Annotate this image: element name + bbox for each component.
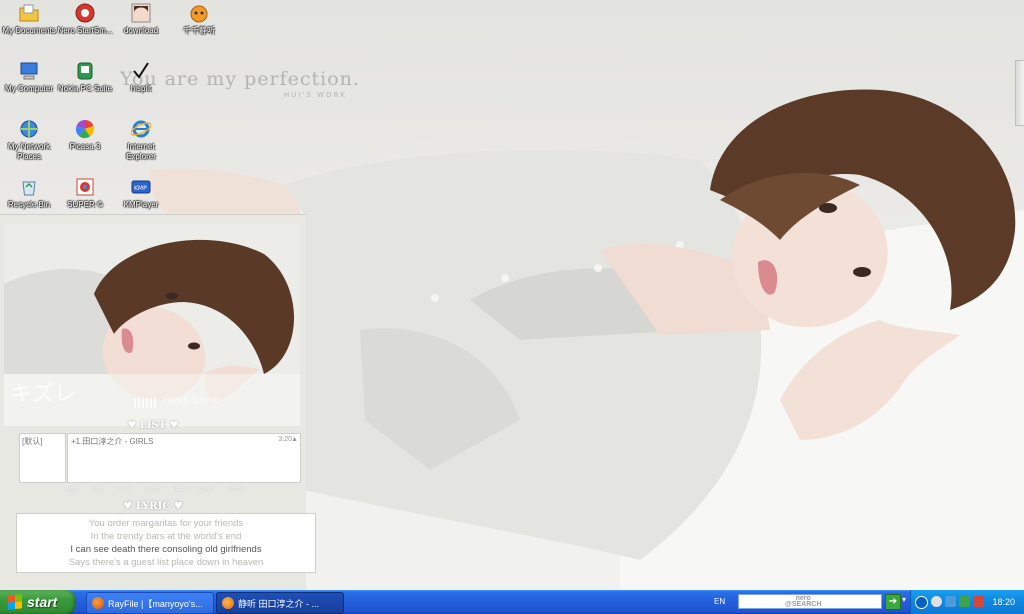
start-button[interactable]: start bbox=[0, 590, 76, 614]
scroll-up-icon[interactable]: ▲ bbox=[291, 436, 298, 443]
desktop-icon-label: SUPER © bbox=[67, 200, 103, 209]
heart-icon: ♥ bbox=[169, 420, 179, 431]
track-list[interactable]: +1.田口淳之介 - GIRLS 3:20 ▲ bbox=[67, 433, 301, 483]
list-button[interactable]: LIST bbox=[117, 487, 132, 493]
ttplayer-icon bbox=[222, 597, 234, 609]
player-controls: ADD DEL LIST MISC SEE EXIT MODE bbox=[66, 487, 246, 493]
lyric-line: In the trendy bars at the world's end bbox=[90, 531, 242, 542]
windows-logo-icon bbox=[8, 594, 22, 610]
network-tray-icon[interactable] bbox=[931, 596, 942, 607]
desktop-icon-nero[interactable]: Nero StartSm... bbox=[56, 2, 114, 36]
desktop-icon-kmplayer[interactable]: KMP KMPlayer bbox=[112, 176, 170, 210]
see-button[interactable]: SEE bbox=[174, 487, 187, 493]
lyric-line: Says there's a guest list place down in … bbox=[68, 557, 264, 568]
desktop-icon-nokia-pc-suite[interactable]: Nokia PC Suite bbox=[56, 60, 114, 94]
track-list-item[interactable]: +1.田口淳之介 - GIRLS bbox=[71, 436, 153, 447]
search-input[interactable]: nero @SEARCH bbox=[738, 594, 882, 609]
picasa-icon bbox=[74, 118, 96, 140]
search-go-button[interactable]: ➔ bbox=[885, 594, 901, 610]
desktop-icon-label: KMPlayer bbox=[123, 200, 159, 209]
exit-button[interactable]: EXIT bbox=[199, 487, 214, 493]
desktop-icon-label: 千千静听 bbox=[183, 26, 215, 35]
ie-icon bbox=[130, 118, 152, 140]
taskbar-button-label: 静听 田口淳之介 - ... bbox=[238, 598, 320, 609]
album-art-title: キズレ bbox=[10, 382, 77, 407]
firefox-icon bbox=[92, 597, 104, 609]
heart-icon: ♥ bbox=[173, 501, 183, 512]
wallpaper-signature: HUI'S WORK bbox=[284, 91, 347, 99]
nokia-icon bbox=[74, 60, 96, 82]
heart-icon: ♥ bbox=[127, 420, 137, 431]
taskbar-button-label: RayFile |【manyoyo's... bbox=[108, 598, 203, 609]
album-art-subtitle: HAIRS SOUND bbox=[164, 396, 220, 405]
desktop-icon-internet-explorer[interactable]: Internet Explorer bbox=[112, 118, 170, 162]
lyric-panel: You order margaritas for your friends In… bbox=[16, 513, 316, 573]
desktop-icon-ttplayer[interactable]: 千千静听 bbox=[170, 2, 228, 36]
track-duration: 3:20 bbox=[278, 436, 292, 443]
desktop-icon-hisplit[interactable]: hisplit bbox=[112, 60, 170, 94]
desktop-icon-label: Recycle Bin bbox=[7, 200, 51, 209]
music-player-window: キズレ HAIRS SOUND ♥ LIST ♥ [默认] +1.田口淳之介 -… bbox=[0, 214, 316, 591]
equalizer-icon bbox=[134, 398, 158, 408]
playlist-selector[interactable]: [默认] bbox=[19, 433, 66, 483]
taskbar: start RayFile |【manyoyo's... 静听 田口淳之介 - … bbox=[0, 590, 1024, 614]
lyric-line: You order margaritas for your friends bbox=[88, 518, 244, 529]
system-tray: 18:20 bbox=[910, 590, 1024, 614]
desktop-icon-recycle-bin[interactable]: Recycle Bin bbox=[0, 176, 58, 210]
taskbar-button-rayfile[interactable]: RayFile |【manyoyo's... bbox=[86, 592, 214, 614]
tray-expand-icon[interactable] bbox=[915, 596, 928, 609]
desktop-icon-download[interactable]: download bbox=[112, 2, 170, 36]
list-heading: ♥ LIST ♥ bbox=[127, 420, 179, 431]
volume-tray-icon[interactable] bbox=[945, 596, 956, 607]
desktop-icon-label: Nero StartSm... bbox=[57, 26, 113, 35]
super-icon bbox=[74, 176, 96, 198]
ttplayer-icon bbox=[188, 2, 210, 24]
lyric-line-current: I can see death there consoling old girl… bbox=[70, 544, 262, 555]
start-label: start bbox=[27, 594, 58, 610]
nero-icon bbox=[74, 2, 96, 24]
playlist-name[interactable]: [默认] bbox=[20, 434, 65, 449]
photo-icon bbox=[130, 2, 152, 24]
desktop-icon-label: hisplit bbox=[130, 84, 152, 93]
album-art: キズレ HAIRS SOUND bbox=[4, 224, 300, 426]
desktop-icon-my-network-places[interactable]: My Network Places bbox=[0, 118, 58, 162]
desktop-icon-label: Picasa 3 bbox=[69, 142, 101, 151]
desktop-icon-my-computer[interactable]: My Computer bbox=[0, 60, 58, 94]
delete-button[interactable]: DEL bbox=[92, 487, 105, 493]
mode-button[interactable]: MODE bbox=[227, 487, 246, 493]
desktop-icon-super[interactable]: SUPER © bbox=[56, 176, 114, 210]
taskbar-button-ttplayer[interactable]: 静听 田口淳之介 - ... bbox=[216, 592, 344, 614]
lyric-heading: ♥ LYRIC ♥ bbox=[123, 501, 183, 512]
search-options-icon[interactable]: ▾ bbox=[902, 595, 906, 604]
computer-icon bbox=[18, 60, 40, 82]
desktop-icon-my-documents[interactable]: My Documents bbox=[0, 2, 58, 36]
add-button[interactable]: ADD bbox=[66, 487, 80, 493]
misc-button[interactable]: MISC bbox=[145, 487, 162, 493]
nero-search-logo: nero @SEARCH bbox=[785, 595, 822, 608]
desktop-icon-label: My Documents bbox=[2, 26, 56, 35]
heart-icon: ♥ bbox=[123, 501, 133, 512]
desktop-icon-label: My Network Places bbox=[7, 142, 51, 161]
desktop-icon-label: Nokia PC Suite bbox=[57, 84, 113, 93]
language-indicator[interactable]: EN bbox=[714, 597, 725, 606]
desktop-icon-label: Internet Explorer bbox=[126, 142, 156, 161]
checkmark-icon bbox=[130, 60, 152, 82]
edge-scroll-strip[interactable] bbox=[1015, 60, 1024, 126]
recycle-bin-icon bbox=[18, 176, 40, 198]
clock[interactable]: 18:20 bbox=[992, 597, 1015, 607]
svg-text:KMP: KMP bbox=[134, 185, 147, 192]
desktop-icon-label: download bbox=[123, 26, 159, 35]
folder-documents-icon bbox=[18, 2, 40, 24]
kmplayer-icon: KMP bbox=[130, 176, 152, 198]
network-icon bbox=[18, 118, 40, 140]
app-tray-icon[interactable] bbox=[973, 596, 984, 607]
desktop-icon-label: My Computer bbox=[4, 84, 53, 93]
security-tray-icon[interactable] bbox=[959, 596, 970, 607]
desktop-icon-picasa[interactable]: Picasa 3 bbox=[56, 118, 114, 152]
